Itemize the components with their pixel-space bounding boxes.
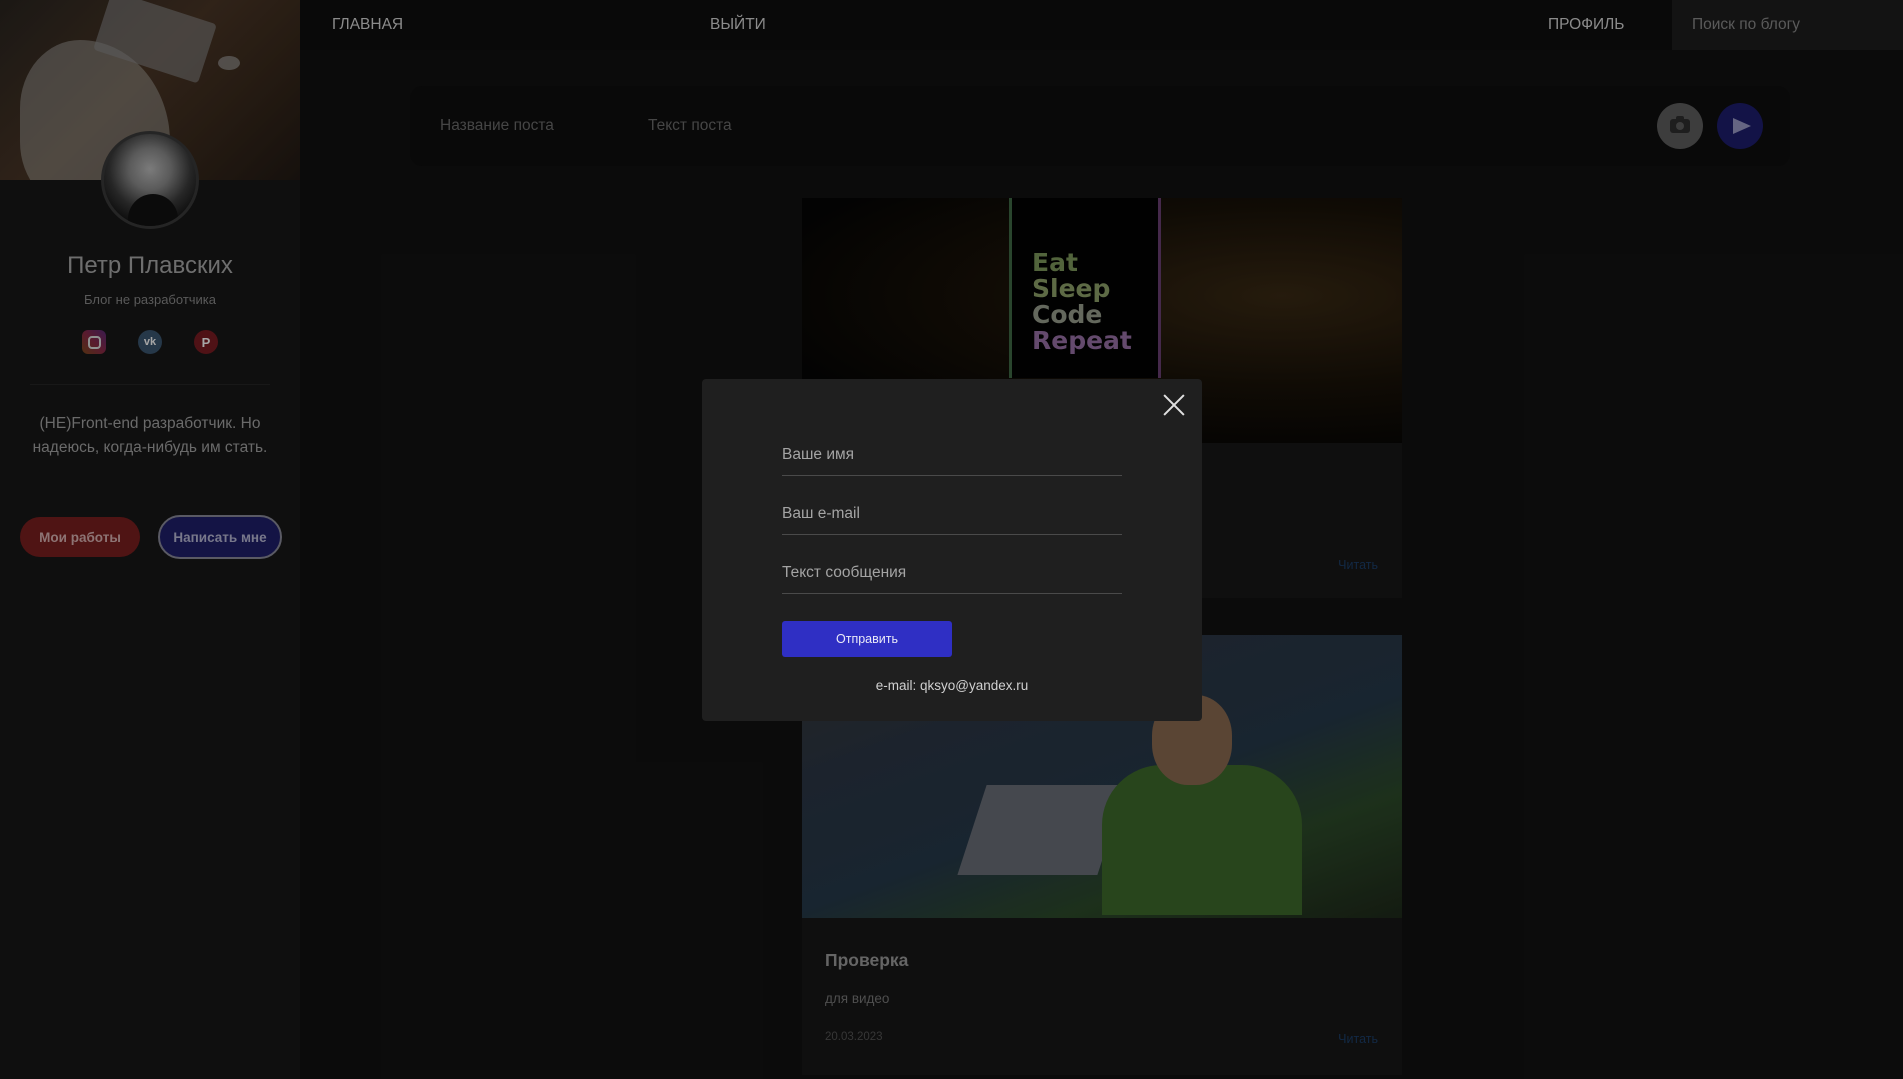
send-message-button[interactable]: Отправить	[782, 621, 952, 657]
contact-modal: Отправить e-mail: qksyo@yandex.ru	[702, 379, 1202, 721]
close-icon[interactable]	[1162, 393, 1186, 417]
name-field[interactable]	[782, 440, 1122, 476]
email-field[interactable]	[782, 499, 1122, 535]
message-field[interactable]	[782, 558, 1122, 594]
contact-email: e-mail: qksyo@yandex.ru	[875, 678, 1029, 693]
